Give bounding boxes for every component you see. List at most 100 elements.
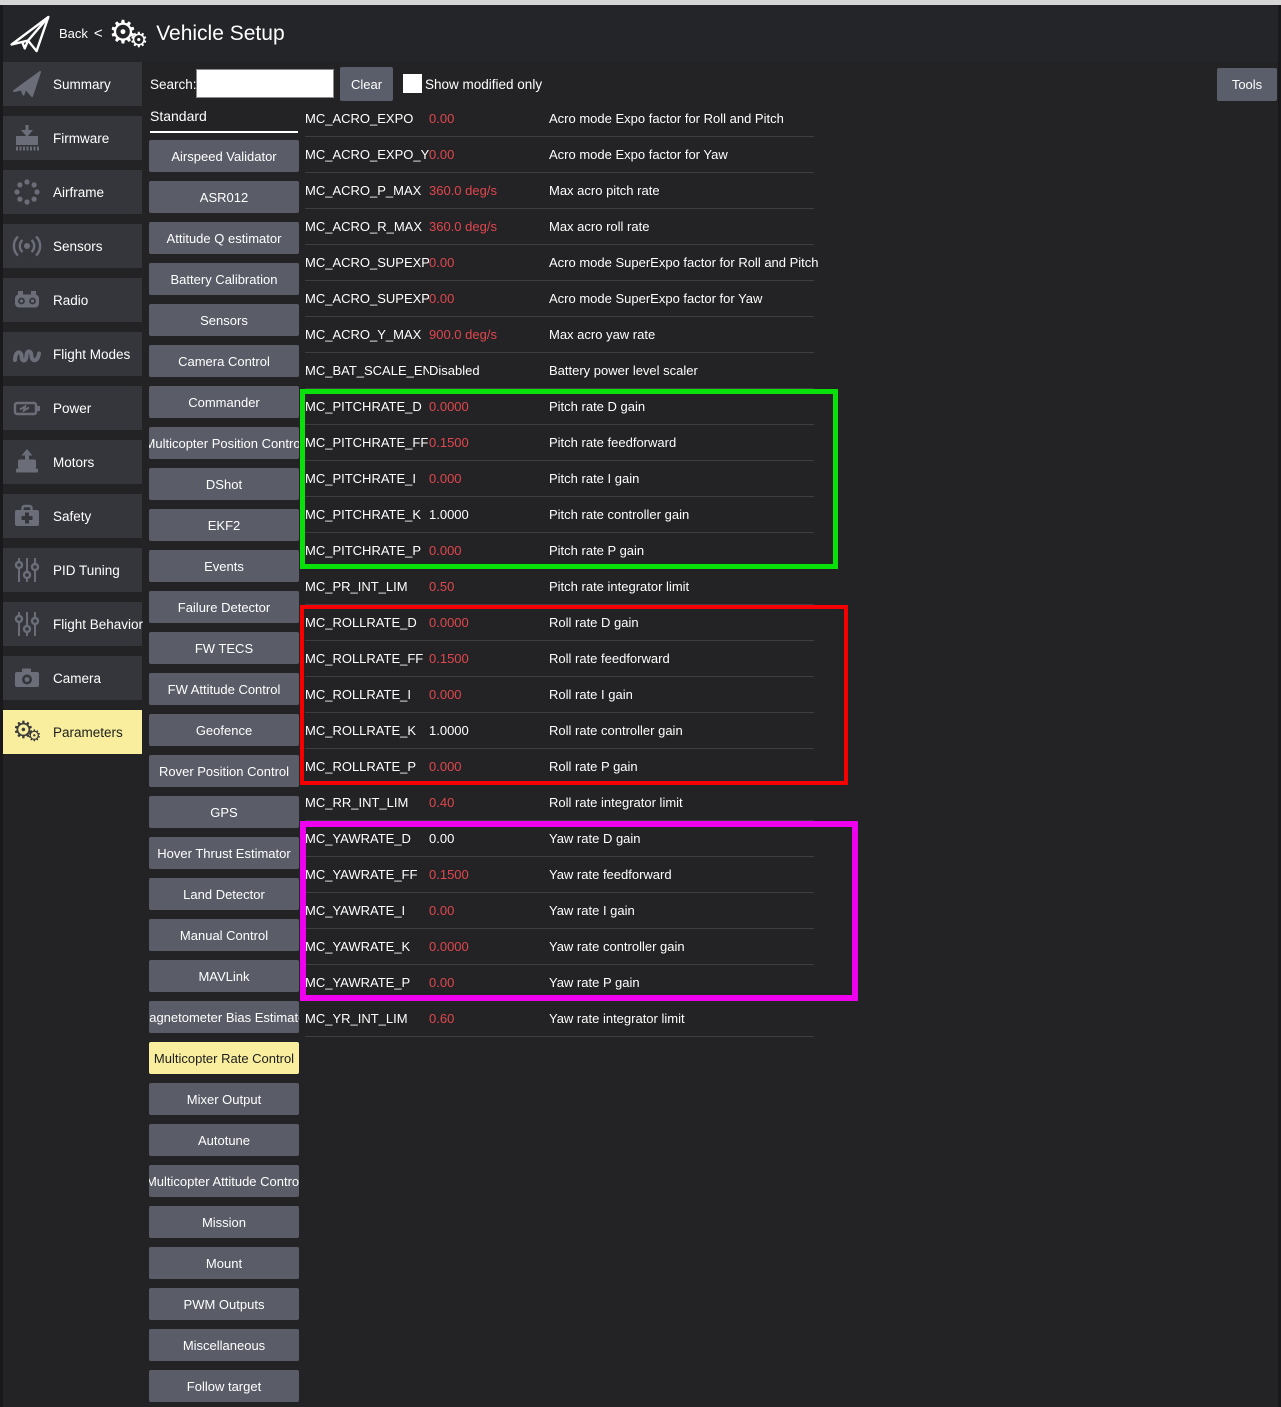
parameter-name: MC_YAWRATE_I (305, 903, 429, 918)
parameter-name: MC_ROLLRATE_D (305, 615, 429, 630)
category-miscellaneous[interactable]: Miscellaneous (149, 1329, 299, 1361)
parameter-row-mc-rr-int-lim[interactable]: MC_RR_INT_LIM0.40Roll rate integrator li… (305, 785, 814, 821)
category-gps[interactable]: GPS (149, 796, 299, 828)
parameter-description: Yaw rate integrator limit (549, 1011, 814, 1026)
back-button[interactable]: Back (9, 13, 88, 55)
parameter-row-mc-acro-expo-y[interactable]: MC_ACRO_EXPO_Y0.00Acro mode Expo factor … (305, 137, 814, 173)
category-land-detector[interactable]: Land Detector (149, 878, 299, 910)
parameter-row-mc-acro-y-max[interactable]: MC_ACRO_Y_MAX900.0 deg/sMax acro yaw rat… (305, 317, 814, 353)
category-dshot[interactable]: DShot (149, 468, 299, 500)
tools-button[interactable]: Tools (1217, 68, 1277, 101)
parameter-name: MC_ACRO_SUPEXPO (305, 255, 429, 270)
parameter-value: 0.00 (429, 831, 549, 846)
camera-icon (8, 660, 46, 696)
parameter-description: Yaw rate D gain (549, 831, 814, 846)
parameter-row-mc-yawrate-d[interactable]: MC_YAWRATE_D0.00Yaw rate D gain (305, 821, 814, 857)
sidebar-item-label: Parameters (53, 725, 123, 740)
parameter-row-mc-pitchrate-d[interactable]: MC_PITCHRATE_D0.0000Pitch rate D gain (305, 389, 814, 425)
category-geofence[interactable]: Geofence (149, 714, 299, 746)
clear-button[interactable]: Clear (340, 67, 393, 101)
category-multicopter-rate-control[interactable]: Multicopter Rate Control (149, 1042, 299, 1074)
parameter-description: Pitch rate integrator limit (549, 579, 814, 594)
parameter-name: MC_ROLLRATE_I (305, 687, 429, 702)
sidebar-item-firmware[interactable]: Firmware (3, 116, 142, 160)
sidebar-item-radio[interactable]: Radio (3, 278, 142, 322)
parameter-row-mc-pr-int-lim[interactable]: MC_PR_INT_LIM0.50Pitch rate integrator l… (305, 569, 814, 605)
category-autotune[interactable]: Autotune (149, 1124, 299, 1156)
category-sensors[interactable]: Sensors (149, 304, 299, 336)
parameter-value: 0.000 (429, 759, 549, 774)
parameter-description: Acro mode SuperExpo factor for Yaw (549, 291, 814, 306)
parameter-row-mc-yawrate-p[interactable]: MC_YAWRATE_P0.00Yaw rate P gain (305, 965, 814, 1001)
parameter-row-mc-yawrate-ff[interactable]: MC_YAWRATE_FF0.1500Yaw rate feedforward (305, 857, 814, 893)
parameter-row-mc-pitchrate-k[interactable]: MC_PITCHRATE_K1.0000Pitch rate controlle… (305, 497, 814, 533)
category-manual-control[interactable]: Manual Control (149, 919, 299, 951)
category-mission[interactable]: Mission (149, 1206, 299, 1238)
battery-icon (8, 390, 46, 426)
category-commander[interactable]: Commander (149, 386, 299, 418)
parameter-row-mc-rollrate-p[interactable]: MC_ROLLRATE_P0.000Roll rate P gain (305, 749, 814, 785)
parameter-row-mc-yawrate-k[interactable]: MC_YAWRATE_K0.0000Yaw rate controller ga… (305, 929, 814, 965)
category-fw-tecs[interactable]: FW TECS (149, 632, 299, 664)
parameter-description: Max acro roll rate (549, 219, 814, 234)
sidebar-item-safety[interactable]: Safety (3, 494, 142, 538)
category-mavlink[interactable]: MAVLink (149, 960, 299, 992)
sliders-icon (8, 606, 46, 642)
parameter-row-mc-pitchrate-p[interactable]: MC_PITCHRATE_P0.000Pitch rate P gain (305, 533, 814, 569)
category-magnetometer-bias-estimator[interactable]: Magnetometer Bias Estimator (149, 1001, 299, 1033)
category-failure-detector[interactable]: Failure Detector (149, 591, 299, 623)
parameter-row-mc-acro-expo[interactable]: MC_ACRO_EXPO0.00Acro mode Expo factor fo… (305, 101, 814, 137)
category-fw-attitude-control[interactable]: FW Attitude Control (149, 673, 299, 705)
parameter-row-mc-rollrate-d[interactable]: MC_ROLLRATE_D0.0000Roll rate D gain (305, 605, 814, 641)
category-follow-target[interactable]: Follow target (149, 1370, 299, 1402)
sidebar-item-motors[interactable]: Motors (3, 440, 142, 484)
category-hover-thrust-estimator[interactable]: Hover Thrust Estimator (149, 837, 299, 869)
category-events[interactable]: Events (149, 550, 299, 582)
setup-sidebar: Summary Firmware Airframe Sensors Radio Fligh… (3, 62, 142, 764)
category-pwm-outputs[interactable]: PWM Outputs (149, 1288, 299, 1320)
parameter-description: Max acro pitch rate (549, 183, 814, 198)
parameter-value: 0.00 (429, 255, 549, 270)
sidebar-item-parameters[interactable]: ⚙⚙Parameters (3, 710, 142, 754)
parameter-row-mc-yawrate-i[interactable]: MC_YAWRATE_I0.00Yaw rate I gain (305, 893, 814, 929)
sidebar-item-flight-modes[interactable]: Flight Modes (3, 332, 142, 376)
parameter-row-mc-pitchrate-i[interactable]: MC_PITCHRATE_I0.000Pitch rate I gain (305, 461, 814, 497)
search-input[interactable] (196, 69, 334, 98)
parameter-row-mc-acro-p-max[interactable]: MC_ACRO_P_MAX360.0 deg/sMax acro pitch r… (305, 173, 814, 209)
category-ekf2[interactable]: EKF2 (149, 509, 299, 541)
parameter-row-mc-pitchrate-ff[interactable]: MC_PITCHRATE_FF0.1500Pitch rate feedforw… (305, 425, 814, 461)
parameter-row-mc-rollrate-ff[interactable]: MC_ROLLRATE_FF0.1500Roll rate feedforwar… (305, 641, 814, 677)
sidebar-item-summary[interactable]: Summary (3, 62, 142, 106)
firmware-chip-icon (8, 120, 46, 156)
sidebar-item-flight-behavior[interactable]: Flight Behavior (3, 602, 142, 646)
search-label: Search: (150, 77, 197, 92)
category-mount[interactable]: Mount (149, 1247, 299, 1279)
sidebar-item-camera[interactable]: Camera (3, 656, 142, 700)
parameter-description: Acro mode Expo factor for Roll and Pitch (549, 111, 814, 126)
parameter-row-mc-yr-int-lim[interactable]: MC_YR_INT_LIM0.60Yaw rate integrator lim… (305, 1001, 814, 1037)
show-modified-checkbox[interactable] (403, 74, 422, 93)
sidebar-item-label: Safety (53, 509, 91, 524)
sidebar-item-pid-tuning[interactable]: PID Tuning (3, 548, 142, 592)
parameter-name: MC_PITCHRATE_FF (305, 435, 429, 450)
sidebar-item-airframe[interactable]: Airframe (3, 170, 142, 214)
category-multicopter-attitude-control[interactable]: Multicopter Attitude Control (149, 1165, 299, 1197)
category-asr012[interactable]: ASR012 (149, 181, 299, 213)
category-airspeed-validator[interactable]: Airspeed Validator (149, 140, 299, 172)
parameter-row-mc-rollrate-k[interactable]: MC_ROLLRATE_K1.0000Roll rate controller … (305, 713, 814, 749)
parameter-row-mc-acro-supexpoy[interactable]: MC_ACRO_SUPEXPOY0.00Acro mode SuperExpo … (305, 281, 814, 317)
parameter-row-mc-acro-supexpo[interactable]: MC_ACRO_SUPEXPO0.00Acro mode SuperExpo f… (305, 245, 814, 281)
category-attitude-q-estimator[interactable]: Attitude Q estimator (149, 222, 299, 254)
sidebar-item-power[interactable]: Power (3, 386, 142, 430)
category-camera-control[interactable]: Camera Control (149, 345, 299, 377)
category-battery-calibration[interactable]: Battery Calibration (149, 263, 299, 295)
breadcrumb-separator: < (94, 25, 103, 42)
parameter-row-mc-bat-scale-en[interactable]: MC_BAT_SCALE_ENDisabledBattery power lev… (305, 353, 814, 389)
sidebar-item-sensors[interactable]: Sensors (3, 224, 142, 268)
category-rover-position-control[interactable]: Rover Position Control (149, 755, 299, 787)
parameter-row-mc-acro-r-max[interactable]: MC_ACRO_R_MAX360.0 deg/sMax acro roll ra… (305, 209, 814, 245)
show-modified-label: Show modified only (425, 77, 542, 92)
parameter-row-mc-rollrate-i[interactable]: MC_ROLLRATE_I0.000Roll rate I gain (305, 677, 814, 713)
category-multicopter-position-control[interactable]: Multicopter Position Control (149, 427, 299, 459)
category-mixer-output[interactable]: Mixer Output (149, 1083, 299, 1115)
